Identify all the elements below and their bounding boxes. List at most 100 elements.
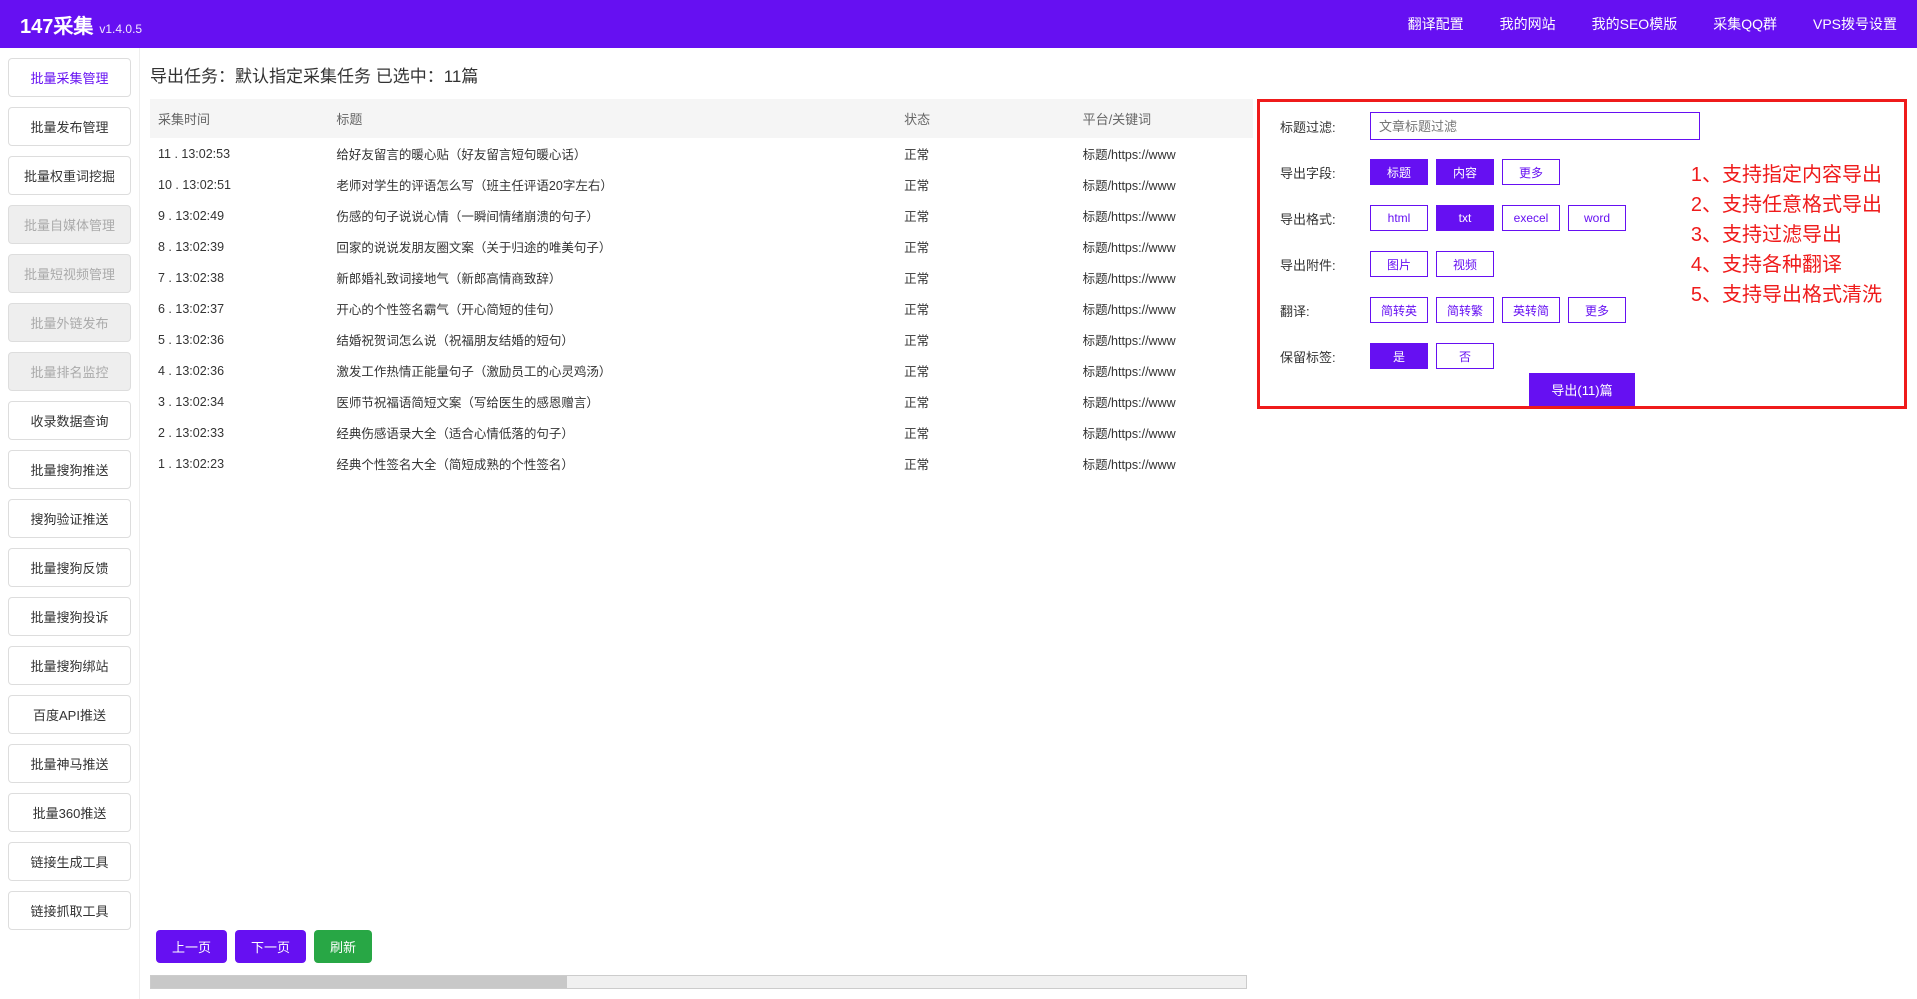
sidebar-item[interactable]: 批量神马推送 xyxy=(8,744,131,783)
col-status: 状态 xyxy=(896,99,1074,138)
cell-title: 给好友留言的暖心贴（好友留言短句暖心话） xyxy=(328,138,896,169)
table-row[interactable]: 6 . 13:02:37开心的个性签名霸气（开心简短的佳句）正常标题/https… xyxy=(150,293,1253,324)
cell-title: 经典伤感语录大全（适合心情低落的句子） xyxy=(328,417,896,448)
col-platform: 平台/关键词 xyxy=(1075,99,1253,138)
table-row[interactable]: 10 . 13:02:51老师对学生的评语怎么写（班主任评语20字左右）正常标题… xyxy=(150,169,1253,200)
horizontal-scrollbar[interactable] xyxy=(150,975,1247,989)
task-table-wrap: 采集时间 标题 状态 平台/关键词 11 . 13:02:53给好友留言的暖心贴… xyxy=(150,99,1253,999)
field-option[interactable]: 标题 xyxy=(1370,159,1428,185)
table-row[interactable]: 9 . 13:02:49伤感的句子说说心情（一瞬间情绪崩溃的句子）正常标题/ht… xyxy=(150,200,1253,231)
cell-time: 10 . 13:02:51 xyxy=(150,169,328,200)
keeptag-label: 保留标签: xyxy=(1280,347,1370,366)
cell-platform: 标题/https://www xyxy=(1075,138,1253,169)
translate-option[interactable]: 英转简 xyxy=(1502,297,1560,323)
sidebar-item[interactable]: 收录数据查询 xyxy=(8,401,131,440)
cell-status: 正常 xyxy=(896,231,1074,262)
cell-platform: 标题/https://www xyxy=(1075,355,1253,386)
task-table: 采集时间 标题 状态 平台/关键词 11 . 13:02:53给好友留言的暖心贴… xyxy=(150,99,1253,479)
translate-option[interactable]: 简转繁 xyxy=(1436,297,1494,323)
annotation-line: 3、支持过滤导出 xyxy=(1691,220,1882,250)
page-title: 导出任务：默认指定采集任务 已选中：11篇 xyxy=(150,62,1917,99)
format-option[interactable]: txt xyxy=(1436,205,1494,231)
cell-platform: 标题/https://www xyxy=(1075,262,1253,293)
format-label: 导出格式: xyxy=(1280,209,1370,228)
sidebar-item[interactable]: 链接抓取工具 xyxy=(8,891,131,930)
cell-title: 医师节祝福语简短文案（写给医生的感恩赠言） xyxy=(328,386,896,417)
cell-time: 1 . 13:02:23 xyxy=(150,448,328,479)
format-option[interactable]: execel xyxy=(1502,205,1560,231)
field-option[interactable]: 更多 xyxy=(1502,159,1560,185)
cell-title: 经典个性签名大全（简短成熟的个性签名） xyxy=(328,448,896,479)
table-row[interactable]: 5 . 13:02:36结婚祝贺词怎么说（祝福朋友结婚的短句）正常标题/http… xyxy=(150,324,1253,355)
nav-item[interactable]: 我的SEO模版 xyxy=(1592,14,1678,34)
annotation-line: 2、支持任意格式导出 xyxy=(1691,190,1882,220)
cell-time: 4 . 13:02:36 xyxy=(150,355,328,386)
cell-platform: 标题/https://www xyxy=(1075,231,1253,262)
field-label: 导出字段: xyxy=(1280,163,1370,182)
annotation-line: 4、支持各种翻译 xyxy=(1691,250,1882,280)
sidebar-item[interactable]: 批量搜狗投诉 xyxy=(8,597,131,636)
filter-label: 标题过滤: xyxy=(1280,117,1370,136)
nav-item[interactable]: VPS拨号设置 xyxy=(1813,14,1897,34)
title-filter-input[interactable] xyxy=(1370,112,1700,140)
sidebar-item: 批量短视频管理 xyxy=(8,254,131,293)
header-nav: 翻译配置 我的网站 我的SEO模版 采集QQ群 VPS拨号设置 xyxy=(1408,14,1897,34)
cell-title: 新郎婚礼致词接地气（新郎高情商致辞） xyxy=(328,262,896,293)
cell-status: 正常 xyxy=(896,355,1074,386)
cell-time: 11 . 13:02:53 xyxy=(150,138,328,169)
app-version: v1.4.0.5 xyxy=(99,22,142,36)
table-row[interactable]: 2 . 13:02:33经典伤感语录大全（适合心情低落的句子）正常标题/http… xyxy=(150,417,1253,448)
sidebar-item[interactable]: 批量发布管理 xyxy=(8,107,131,146)
field-option[interactable]: 内容 xyxy=(1436,159,1494,185)
sidebar-item[interactable]: 批量搜狗反馈 xyxy=(8,548,131,587)
export-button[interactable]: 导出(11)篇 xyxy=(1529,373,1634,406)
cell-platform: 标题/https://www xyxy=(1075,200,1253,231)
sidebar-item[interactable]: 批量360推送 xyxy=(8,793,131,832)
table-row[interactable]: 11 . 13:02:53给好友留言的暖心贴（好友留言短句暖心话）正常标题/ht… xyxy=(150,138,1253,169)
cell-status: 正常 xyxy=(896,448,1074,479)
cell-platform: 标题/https://www xyxy=(1075,324,1253,355)
cell-time: 6 . 13:02:37 xyxy=(150,293,328,324)
next-page-button[interactable]: 下一页 xyxy=(235,930,306,963)
cell-time: 3 . 13:02:34 xyxy=(150,386,328,417)
cell-status: 正常 xyxy=(896,200,1074,231)
main-area: 导出任务：默认指定采集任务 已选中：11篇 采集时间 标题 状态 平台/关键词 xyxy=(140,48,1917,999)
table-row[interactable]: 7 . 13:02:38新郎婚礼致词接地气（新郎高情商致辞）正常标题/https… xyxy=(150,262,1253,293)
attach-option[interactable]: 视频 xyxy=(1436,251,1494,277)
format-option[interactable]: html xyxy=(1370,205,1428,231)
sidebar-item[interactable]: 搜狗验证推送 xyxy=(8,499,131,538)
sidebar-item[interactable]: 批量搜狗推送 xyxy=(8,450,131,489)
table-row[interactable]: 3 . 13:02:34医师节祝福语简短文案（写给医生的感恩赠言）正常标题/ht… xyxy=(150,386,1253,417)
sidebar-item[interactable]: 链接生成工具 xyxy=(8,842,131,881)
nav-item[interactable]: 翻译配置 xyxy=(1408,14,1464,34)
pager: 上一页 下一页 刷新 xyxy=(150,914,1253,971)
sidebar-item[interactable]: 批量采集管理 xyxy=(8,58,131,97)
table-row[interactable]: 4 . 13:02:36激发工作热情正能量句子（激励员工的心灵鸡汤）正常标题/h… xyxy=(150,355,1253,386)
col-title: 标题 xyxy=(328,99,896,138)
attach-label: 导出附件: xyxy=(1280,255,1370,274)
nav-item[interactable]: 采集QQ群 xyxy=(1713,14,1777,34)
table-row[interactable]: 1 . 13:02:23经典个性签名大全（简短成熟的个性签名）正常标题/http… xyxy=(150,448,1253,479)
sidebar-item[interactable]: 百度API推送 xyxy=(8,695,131,734)
translate-option[interactable]: 更多 xyxy=(1568,297,1626,323)
cell-time: 8 . 13:02:39 xyxy=(150,231,328,262)
cell-platform: 标题/https://www xyxy=(1075,386,1253,417)
scrollbar-thumb[interactable] xyxy=(151,976,567,988)
cell-platform: 标题/https://www xyxy=(1075,448,1253,479)
cell-time: 2 . 13:02:33 xyxy=(150,417,328,448)
cell-title: 开心的个性签名霸气（开心简短的佳句） xyxy=(328,293,896,324)
nav-item[interactable]: 我的网站 xyxy=(1500,14,1556,34)
prev-page-button[interactable]: 上一页 xyxy=(156,930,227,963)
format-option[interactable]: word xyxy=(1568,205,1626,231)
translate-option[interactable]: 简转英 xyxy=(1370,297,1428,323)
table-row[interactable]: 8 . 13:02:39回家的说说发朋友圈文案（关于归途的唯美句子）正常标题/h… xyxy=(150,231,1253,262)
col-time: 采集时间 xyxy=(150,99,328,138)
keeptag-option[interactable]: 否 xyxy=(1436,343,1494,369)
attach-option[interactable]: 图片 xyxy=(1370,251,1428,277)
cell-platform: 标题/https://www xyxy=(1075,169,1253,200)
cell-status: 正常 xyxy=(896,324,1074,355)
refresh-button[interactable]: 刷新 xyxy=(314,930,372,963)
keeptag-option[interactable]: 是 xyxy=(1370,343,1428,369)
sidebar-item[interactable]: 批量搜狗绑站 xyxy=(8,646,131,685)
sidebar-item[interactable]: 批量权重词挖掘 xyxy=(8,156,131,195)
